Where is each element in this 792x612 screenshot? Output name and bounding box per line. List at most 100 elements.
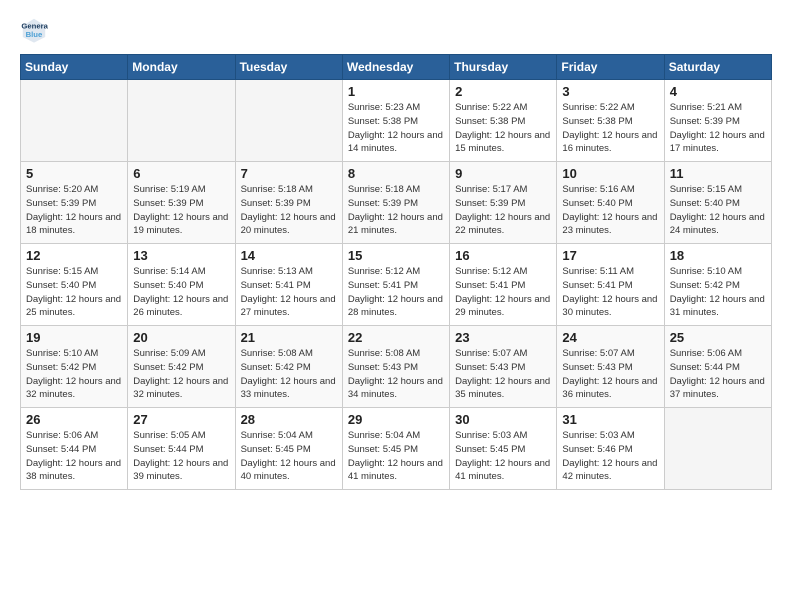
day-info: Sunrise: 5:12 AM Sunset: 5:41 PM Dayligh…: [348, 265, 444, 320]
day-info: Sunrise: 5:19 AM Sunset: 5:39 PM Dayligh…: [133, 183, 229, 238]
day-info: Sunrise: 5:09 AM Sunset: 5:42 PM Dayligh…: [133, 347, 229, 402]
day-info: Sunrise: 5:20 AM Sunset: 5:39 PM Dayligh…: [26, 183, 122, 238]
day-number: 1: [348, 84, 444, 99]
weekday-header: Sunday: [21, 55, 128, 80]
calendar-week-row: 1 Sunrise: 5:23 AM Sunset: 5:38 PM Daylig…: [21, 80, 772, 162]
calendar-day-cell: 2 Sunrise: 5:22 AM Sunset: 5:38 PM Daylig…: [450, 80, 557, 162]
weekday-header-row: SundayMondayTuesdayWednesdayThursdayFrid…: [21, 55, 772, 80]
day-number: 26: [26, 412, 122, 427]
day-number: 2: [455, 84, 551, 99]
day-number: 18: [670, 248, 766, 263]
day-number: 27: [133, 412, 229, 427]
calendar-day-cell: 29 Sunrise: 5:04 AM Sunset: 5:45 PM Dayli…: [342, 408, 449, 490]
day-info: Sunrise: 5:21 AM Sunset: 5:39 PM Dayligh…: [670, 101, 766, 156]
day-info: Sunrise: 5:07 AM Sunset: 5:43 PM Dayligh…: [455, 347, 551, 402]
calendar-day-cell: 17 Sunrise: 5:11 AM Sunset: 5:41 PM Dayli…: [557, 244, 664, 326]
logo-icon: General Blue: [20, 16, 48, 44]
calendar-day-cell: [21, 80, 128, 162]
calendar-day-cell: 20 Sunrise: 5:09 AM Sunset: 5:42 PM Dayli…: [128, 326, 235, 408]
day-info: Sunrise: 5:06 AM Sunset: 5:44 PM Dayligh…: [26, 429, 122, 484]
weekday-header: Tuesday: [235, 55, 342, 80]
calendar-day-cell: 11 Sunrise: 5:15 AM Sunset: 5:40 PM Dayli…: [664, 162, 771, 244]
day-number: 4: [670, 84, 766, 99]
day-info: Sunrise: 5:03 AM Sunset: 5:45 PM Dayligh…: [455, 429, 551, 484]
day-info: Sunrise: 5:08 AM Sunset: 5:43 PM Dayligh…: [348, 347, 444, 402]
header: General Blue: [20, 16, 772, 44]
weekday-header: Friday: [557, 55, 664, 80]
calendar-day-cell: 12Sunrise: 5:15 AM Sunset: 5:40 PM Dayli…: [21, 244, 128, 326]
logo: General Blue: [20, 16, 52, 44]
day-info: Sunrise: 5:11 AM Sunset: 5:41 PM Dayligh…: [562, 265, 658, 320]
calendar-day-cell: 7 Sunrise: 5:18 AM Sunset: 5:39 PM Daylig…: [235, 162, 342, 244]
day-number: 30: [455, 412, 551, 427]
day-number: 5: [26, 166, 122, 181]
calendar-day-cell: 13Sunrise: 5:14 AM Sunset: 5:40 PM Dayli…: [128, 244, 235, 326]
day-number: 7: [241, 166, 337, 181]
day-number: 29: [348, 412, 444, 427]
day-info: Sunrise: 5:10 AM Sunset: 5:42 PM Dayligh…: [26, 347, 122, 402]
day-info: Sunrise: 5:07 AM Sunset: 5:43 PM Dayligh…: [562, 347, 658, 402]
calendar-day-cell: 8 Sunrise: 5:18 AM Sunset: 5:39 PM Daylig…: [342, 162, 449, 244]
day-number: 28: [241, 412, 337, 427]
day-number: 17: [562, 248, 658, 263]
day-number: 10: [562, 166, 658, 181]
weekday-header: Monday: [128, 55, 235, 80]
calendar-day-cell: 4 Sunrise: 5:21 AM Sunset: 5:39 PM Daylig…: [664, 80, 771, 162]
calendar-day-cell: [664, 408, 771, 490]
calendar-day-cell: 5 Sunrise: 5:20 AM Sunset: 5:39 PM Daylig…: [21, 162, 128, 244]
day-number: 6: [133, 166, 229, 181]
calendar-day-cell: 19Sunrise: 5:10 AM Sunset: 5:42 PM Dayli…: [21, 326, 128, 408]
day-number: 24: [562, 330, 658, 345]
calendar-day-cell: 18Sunrise: 5:10 AM Sunset: 5:42 PM Dayli…: [664, 244, 771, 326]
calendar-day-cell: 26 Sunrise: 5:06 AM Sunset: 5:44 PM Dayli…: [21, 408, 128, 490]
day-info: Sunrise: 5:04 AM Sunset: 5:45 PM Dayligh…: [348, 429, 444, 484]
calendar-week-row: 19Sunrise: 5:10 AM Sunset: 5:42 PM Dayli…: [21, 326, 772, 408]
day-info: Sunrise: 5:18 AM Sunset: 5:39 PM Dayligh…: [241, 183, 337, 238]
day-number: 11: [670, 166, 766, 181]
day-info: Sunrise: 5:22 AM Sunset: 5:38 PM Dayligh…: [562, 101, 658, 156]
day-number: 21: [241, 330, 337, 345]
day-number: 9: [455, 166, 551, 181]
calendar-day-cell: 15 Sunrise: 5:12 AM Sunset: 5:41 PM Dayli…: [342, 244, 449, 326]
day-info: Sunrise: 5:22 AM Sunset: 5:38 PM Dayligh…: [455, 101, 551, 156]
day-number: 3: [562, 84, 658, 99]
day-info: Sunrise: 5:15 AM Sunset: 5:40 PM Dayligh…: [26, 265, 122, 320]
calendar-day-cell: 3 Sunrise: 5:22 AM Sunset: 5:38 PM Daylig…: [557, 80, 664, 162]
day-number: 25: [670, 330, 766, 345]
calendar-day-cell: 24 Sunrise: 5:07 AM Sunset: 5:43 PM Dayli…: [557, 326, 664, 408]
day-number: 8: [348, 166, 444, 181]
day-number: 16: [455, 248, 551, 263]
calendar-day-cell: 14Sunrise: 5:13 AM Sunset: 5:41 PM Dayli…: [235, 244, 342, 326]
calendar-day-cell: 10 Sunrise: 5:16 AM Sunset: 5:40 PM Dayli…: [557, 162, 664, 244]
calendar-day-cell: 21 Sunrise: 5:08 AM Sunset: 5:42 PM Dayli…: [235, 326, 342, 408]
day-info: Sunrise: 5:18 AM Sunset: 5:39 PM Dayligh…: [348, 183, 444, 238]
calendar-day-cell: 16Sunrise: 5:12 AM Sunset: 5:41 PM Dayli…: [450, 244, 557, 326]
calendar-day-cell: 22 Sunrise: 5:08 AM Sunset: 5:43 PM Dayli…: [342, 326, 449, 408]
day-info: Sunrise: 5:23 AM Sunset: 5:38 PM Dayligh…: [348, 101, 444, 156]
weekday-header: Thursday: [450, 55, 557, 80]
day-info: Sunrise: 5:15 AM Sunset: 5:40 PM Dayligh…: [670, 183, 766, 238]
calendar-week-row: 5 Sunrise: 5:20 AM Sunset: 5:39 PM Daylig…: [21, 162, 772, 244]
day-info: Sunrise: 5:05 AM Sunset: 5:44 PM Dayligh…: [133, 429, 229, 484]
calendar-day-cell: 30 Sunrise: 5:03 AM Sunset: 5:45 PM Dayli…: [450, 408, 557, 490]
calendar-day-cell: 23Sunrise: 5:07 AM Sunset: 5:43 PM Dayli…: [450, 326, 557, 408]
calendar-day-cell: 27 Sunrise: 5:05 AM Sunset: 5:44 PM Dayli…: [128, 408, 235, 490]
day-number: 20: [133, 330, 229, 345]
svg-text:General: General: [21, 22, 48, 31]
day-info: Sunrise: 5:13 AM Sunset: 5:41 PM Dayligh…: [241, 265, 337, 320]
calendar-day-cell: 25Sunrise: 5:06 AM Sunset: 5:44 PM Dayli…: [664, 326, 771, 408]
day-info: Sunrise: 5:08 AM Sunset: 5:42 PM Dayligh…: [241, 347, 337, 402]
weekday-header: Wednesday: [342, 55, 449, 80]
calendar-day-cell: 31Sunrise: 5:03 AM Sunset: 5:46 PM Dayli…: [557, 408, 664, 490]
day-info: Sunrise: 5:17 AM Sunset: 5:39 PM Dayligh…: [455, 183, 551, 238]
day-number: 13: [133, 248, 229, 263]
day-number: 15: [348, 248, 444, 263]
day-number: 22: [348, 330, 444, 345]
calendar-day-cell: 9 Sunrise: 5:17 AM Sunset: 5:39 PM Daylig…: [450, 162, 557, 244]
weekday-header: Saturday: [664, 55, 771, 80]
day-info: Sunrise: 5:16 AM Sunset: 5:40 PM Dayligh…: [562, 183, 658, 238]
calendar-week-row: 26 Sunrise: 5:06 AM Sunset: 5:44 PM Dayli…: [21, 408, 772, 490]
calendar-day-cell: 1 Sunrise: 5:23 AM Sunset: 5:38 PM Daylig…: [342, 80, 449, 162]
calendar-day-cell: 6 Sunrise: 5:19 AM Sunset: 5:39 PM Daylig…: [128, 162, 235, 244]
calendar-table: SundayMondayTuesdayWednesdayThursdayFrid…: [20, 54, 772, 490]
